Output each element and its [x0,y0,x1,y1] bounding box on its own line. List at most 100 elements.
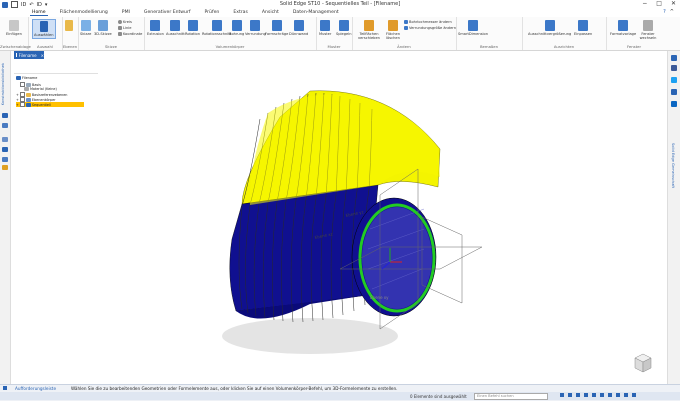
tab-inspect[interactable]: Prüfen [202,10,221,16]
close-button[interactable]: ✕ [671,0,676,7]
group-modify: Teilflächen verschieben Flächen löschen … [352,17,457,50]
view-icon[interactable] [568,393,572,397]
delete-faces-button[interactable]: Flächen löschen [384,20,402,40]
hole-button[interactable]: Bohrung [229,20,244,36]
tab-pmi[interactable]: PMI [120,10,132,16]
pattern-icon [320,20,331,31]
round-size-icon [404,26,408,30]
select-button[interactable]: Auswählen [32,19,56,39]
view-buttons [560,393,636,397]
expand-icon[interactable]: + [16,103,19,107]
extrude-icon [150,20,161,31]
draft-button[interactable]: Formschräge [265,20,288,36]
group-window: Formatvorlage Fenster wechseln Fenster [606,17,662,50]
group-sketch: Skizze 3D-Skizze Kreis Linie Koordinate … [78,17,145,50]
group-label: Ausrichten [553,44,575,49]
3d-sketch-button[interactable]: 3D-Skizze [94,20,112,36]
tab-data-management[interactable]: Daten-Management [291,10,341,16]
view-icon[interactable] [616,393,620,397]
tool-icon[interactable] [2,147,8,152]
planes-button[interactable] [65,20,73,32]
command-search-input[interactable]: Einen Befehl suchen [474,393,548,400]
cutout-button[interactable]: Ausschnitt [166,20,185,36]
tab-tools[interactable]: Extras [231,10,250,16]
style-button[interactable]: Formatvorlage [610,20,636,36]
help-icon[interactable]: ? [663,9,666,15]
switch-window-button[interactable]: Fenster wechseln [638,20,658,40]
tree-item-sequential[interactable]: + Sequentiell [16,102,84,107]
hole-diameter-button[interactable]: Bohrlochmesser ändern [404,20,452,24]
tool-icon[interactable] [2,113,8,118]
hole-icon [231,20,242,31]
view-icon[interactable] [600,393,604,397]
revolve-button[interactable]: Rotation [185,20,200,36]
smart-dimension-button[interactable]: SmartDimension [458,20,488,36]
view-icon[interactable] [624,393,628,397]
ribbon-tabs: Home Flächenmodellierung PMI Generativer… [30,10,341,16]
mirror-button[interactable]: Spiegeln [336,20,352,36]
view-icon[interactable] [584,393,588,397]
tree-root[interactable]: Filename [16,76,37,80]
paste-button[interactable]: Einfügen [6,20,22,36]
circle-button[interactable]: Kreis [118,20,132,24]
maximize-button[interactable]: □ [656,0,662,7]
pattern-button[interactable]: Muster [319,20,331,36]
view-icon[interactable] [608,393,612,397]
facebook-icon[interactable] [671,65,677,71]
key-icon[interactable] [2,165,8,170]
tab-surfacing[interactable]: Flächenmodellierung [58,10,110,16]
twitter-icon[interactable] [671,77,677,83]
ribbon-tab-bar: Home Flächenmodellierung PMI Generativer… [0,9,680,17]
cursor-icon [39,21,48,32]
visibility-checkbox[interactable] [19,102,25,107]
round-size-button[interactable]: Verrundungsgröße ändern [404,26,456,30]
coordinate-icon [118,32,122,36]
view-icon[interactable] [632,393,636,397]
youtube-icon[interactable] [671,89,677,95]
part-icon [16,53,17,57]
thin-wall-button[interactable]: Dünnwand [289,20,308,36]
zoom-area-button[interactable]: Ausschnittvergrößerung [528,20,571,36]
tree-item-material[interactable]: Material (Keine) [24,87,57,91]
group-label: Muster [327,44,341,49]
graphics-viewport[interactable]: Ebene yz Ebene xz Ebene xy [10,59,668,384]
expand-icon[interactable]: + [16,98,19,102]
prompt-label[interactable]: Aufforderungsleiste [15,386,65,391]
revolved-cut-button[interactable]: Rotationsschnitt [202,20,231,36]
library-tab[interactable]: Konstruktionsbibliothek [1,63,5,105]
line-button[interactable]: Linie [118,26,132,30]
linkedin-icon[interactable] [671,101,677,107]
fit-button[interactable]: Einpassen [574,20,592,36]
tab-view[interactable]: Ansicht [260,10,281,16]
minimize-button[interactable]: − [642,0,647,7]
close-icon[interactable]: × [41,53,44,58]
coordinate-button[interactable]: Koordinate [118,32,142,36]
path-finder: Filename Basis Material (Keine) + Basisr… [14,73,98,114]
community-tab[interactable]: Solid Edge Gemeinschaft [671,143,675,188]
move-faces-icon [364,20,374,31]
move-faces-button[interactable]: Teilflächen verschieben [356,20,382,40]
minimize-ribbon-icon[interactable]: ^ [670,9,674,15]
sketch-button[interactable]: Skizze [80,20,91,36]
expand-icon[interactable]: + [16,93,19,97]
tool-icon[interactable] [2,157,8,162]
round-button[interactable]: Verrundung [245,20,266,36]
document-tab[interactable]: Filename × [14,51,44,59]
group-pattern: Muster Spiegeln Muster [316,17,353,50]
view-icon[interactable] [560,393,564,397]
group-orient: Ausschnittvergrößerung Einpassen Ausrich… [522,17,607,50]
prompt-bar: Aufforderungsleiste Wählen Sie die zu be… [0,384,680,392]
view-icon[interactable] [592,393,596,397]
tool-icon[interactable] [2,123,8,128]
tool-icon[interactable] [2,137,8,142]
group-clipboard: Einfügen Zwischenablage [0,17,31,50]
community-icon[interactable] [671,55,677,61]
extrude-button[interactable]: Extrusion [147,20,164,36]
tab-generative-design[interactable]: Generativer Entwurf [142,10,193,16]
mirror-icon [338,20,349,31]
view-icon[interactable] [576,393,580,397]
tab-home[interactable]: Home [30,10,48,16]
view-cube-icon[interactable] [634,353,652,373]
planes-icon [25,92,31,97]
group-label: Volumenkörper [215,44,245,49]
